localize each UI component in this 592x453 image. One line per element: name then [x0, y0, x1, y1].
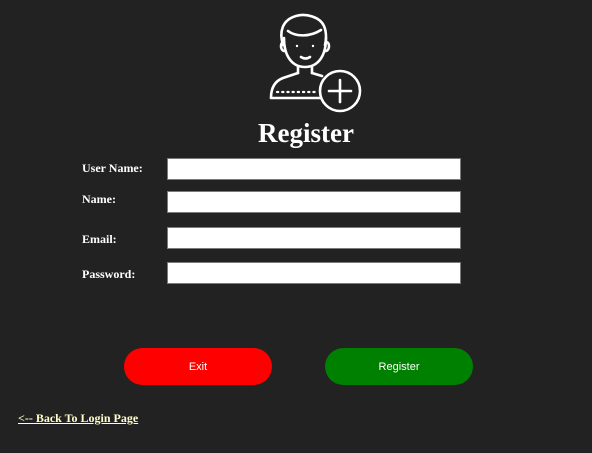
username-label: User Name: [82, 161, 143, 175]
username-input[interactable] [167, 158, 461, 180]
name-label: Name: [82, 192, 116, 206]
password-input[interactable] [167, 262, 461, 284]
email-input[interactable] [167, 227, 461, 249]
password-label: Password: [82, 267, 136, 281]
register-button[interactable]: Register [325, 348, 473, 385]
name-input[interactable] [167, 191, 461, 213]
email-label: Email: [82, 232, 117, 246]
back-to-login-link[interactable]: <-- Back To Login Page [18, 411, 138, 426]
page-title: Register [258, 118, 354, 148]
add-user-icon [269, 13, 362, 113]
exit-button[interactable]: Exit [124, 348, 272, 385]
